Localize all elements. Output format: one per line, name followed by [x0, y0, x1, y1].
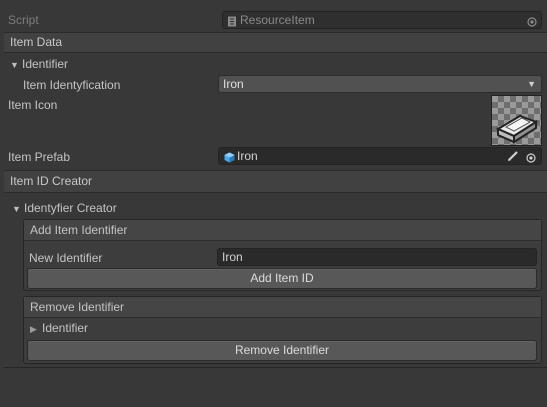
identifier-foldout[interactable]: ▼ Identifier	[10, 56, 68, 73]
remove-identifier-title: Remove Identifier	[24, 297, 541, 318]
identyfier-creator-foldout[interactable]: ▼ Identyfier Creator	[12, 200, 117, 217]
script-label: Script	[8, 13, 39, 27]
dropdown-arrow-icon: ▼	[527, 79, 536, 89]
new-identifier-label: New Identifier	[29, 251, 103, 265]
iron-ingot-icon	[495, 114, 539, 144]
new-identifier-input[interactable]	[217, 248, 537, 266]
identification-dropdown[interactable]: Iron ▼	[218, 75, 542, 93]
prefab-cube-icon	[224, 151, 235, 163]
remove-identifier-foldout[interactable]: ▶ Identifier	[30, 320, 88, 337]
object-picker-icon[interactable]	[526, 151, 536, 167]
foldout-expanded-icon: ▼	[10, 60, 19, 70]
foldout-collapsed-icon: ▶	[30, 324, 37, 334]
prefab-field[interactable]: Iron	[218, 147, 542, 165]
id-creator-header[interactable]: Item ID Creator	[4, 170, 547, 193]
script-value: ResourceItem	[240, 13, 315, 27]
add-item-id-button[interactable]: Add Item ID	[27, 268, 537, 289]
add-identifier-title: Add Item Identifier	[24, 220, 541, 241]
prefab-label: Item Prefab	[8, 150, 71, 164]
identification-value: Iron	[223, 77, 244, 91]
foldout-expanded-icon: ▼	[12, 204, 21, 214]
identification-label: Item Identyfication	[23, 78, 121, 92]
icon-label: Item Icon	[8, 98, 58, 112]
inspector-bottom-divider	[4, 367, 547, 368]
script-field[interactable]: ResourceItem	[222, 11, 542, 29]
remove-identifier-button[interactable]: Remove Identifier	[27, 340, 537, 361]
pencil-icon[interactable]	[507, 150, 519, 166]
object-picker-icon[interactable]	[527, 15, 537, 31]
script-icon	[227, 15, 237, 27]
item-icon-preview[interactable]	[491, 95, 542, 146]
item-data-header[interactable]: Item Data	[4, 32, 547, 53]
prefab-value: Iron	[237, 149, 258, 163]
